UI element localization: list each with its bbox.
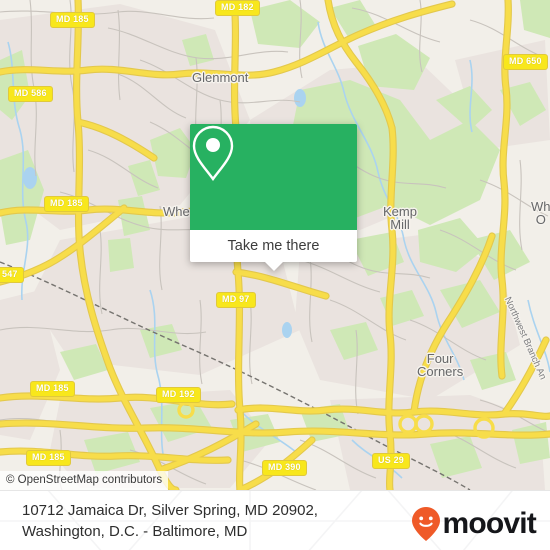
place-label-kemp-mill: Kemp Mill bbox=[383, 205, 417, 231]
road-shield: MD 650 bbox=[503, 54, 548, 70]
road-shield: MD 182 bbox=[215, 0, 260, 16]
address-line-2: Washington, D.C. - Baltimore, MD bbox=[22, 523, 248, 540]
take-me-there-label: Take me there bbox=[227, 238, 320, 254]
moovit-map-screen: MD 185 MD 182 MD 650 MD 586 MD 185 547 M… bbox=[0, 0, 550, 550]
address-line-1: 10712 Jamaica Dr, Silver Spring, MD 2090… bbox=[22, 502, 318, 519]
place-label-white-oak: Wh O bbox=[531, 200, 550, 226]
place-label-line: Corners bbox=[417, 364, 464, 379]
place-label-glenmont: Glenmont bbox=[192, 70, 249, 85]
place-label-line: O bbox=[535, 212, 546, 227]
road-shield: US 29 bbox=[372, 453, 411, 469]
road-shield: MD 185 bbox=[44, 196, 89, 212]
address-text: 10712 Jamaica Dr, Silver Spring, MD 2090… bbox=[22, 500, 318, 542]
callout-pointer bbox=[264, 262, 283, 271]
road-shield: MD 586 bbox=[8, 86, 53, 102]
location-callout[interactable]: Take me there bbox=[190, 124, 357, 271]
moovit-wordmark: moovit bbox=[442, 507, 536, 540]
road-shield: 547 bbox=[0, 267, 24, 283]
road-shield: MD 185 bbox=[30, 381, 75, 397]
place-label-four-corners: Four Corners bbox=[417, 352, 463, 378]
callout-header bbox=[190, 124, 357, 230]
take-me-there-button[interactable]: Take me there bbox=[190, 230, 357, 271]
road-shield: MD 97 bbox=[216, 292, 256, 308]
place-label-line: Mill bbox=[390, 217, 410, 232]
road-shield: MD 390 bbox=[262, 460, 307, 476]
road-shield: MD 192 bbox=[156, 387, 201, 403]
map-pin-icon bbox=[192, 125, 234, 182]
map-canvas[interactable]: MD 185 MD 182 MD 650 MD 586 MD 185 547 M… bbox=[0, 0, 550, 490]
road-shield: MD 185 bbox=[26, 450, 71, 466]
moovit-logo[interactable]: moovit bbox=[411, 506, 537, 542]
road-shield: MD 185 bbox=[50, 12, 95, 28]
osm-attribution[interactable]: © OpenStreetMap contributors bbox=[0, 471, 169, 490]
moovit-smiley-pin-icon bbox=[412, 507, 441, 541]
footer-bar: 10712 Jamaica Dr, Silver Spring, MD 2090… bbox=[0, 490, 550, 550]
